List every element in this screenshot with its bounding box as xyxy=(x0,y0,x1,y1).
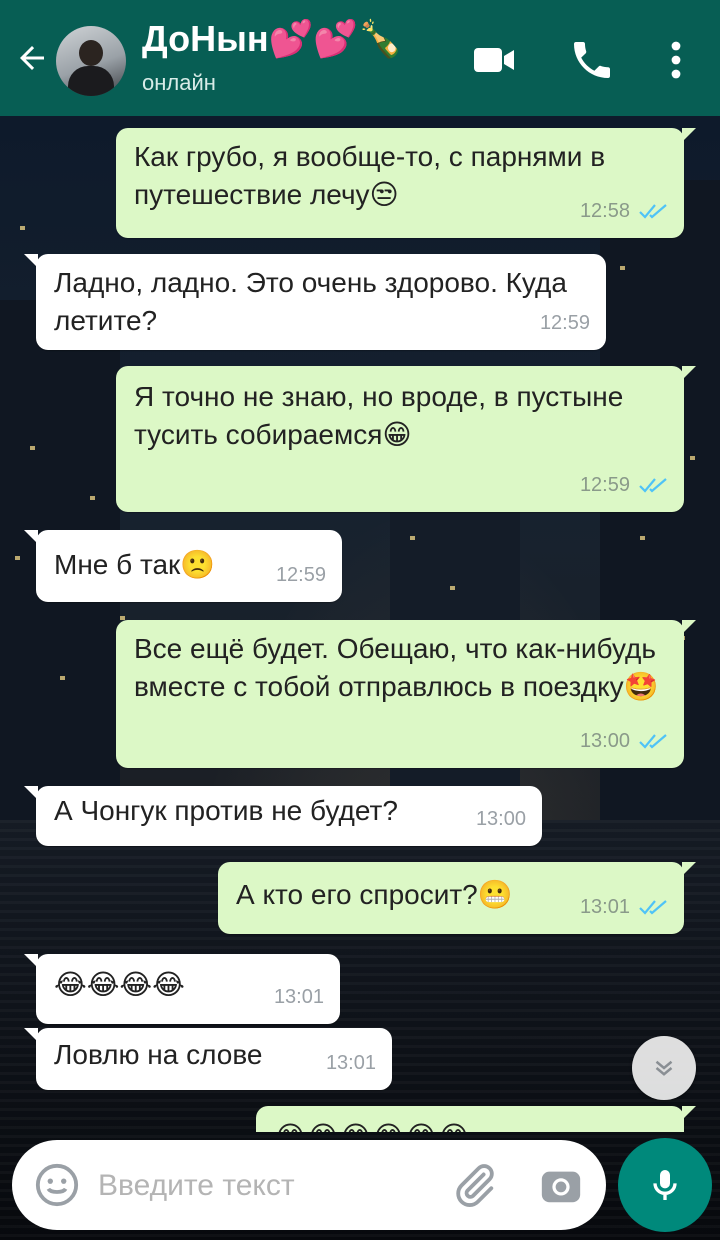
message-time: 13:01 xyxy=(579,896,630,918)
chevron-double-down-icon xyxy=(655,1060,673,1076)
message-time: 12:59 xyxy=(579,474,630,496)
avatar[interactable] xyxy=(56,26,126,96)
message-text: Как грубо, я вообще-то, с парнями в путе… xyxy=(134,141,606,210)
message-text: А кто его спросит?😬 xyxy=(236,879,513,910)
emoji-icon[interactable] xyxy=(34,1162,80,1208)
message-outgoing[interactable]: Я точно не знаю, но вроде, в пустыне тус… xyxy=(116,366,696,512)
message-time: 13:01 xyxy=(325,1052,376,1074)
message-incoming[interactable]: А Чонгук против не будет? 13:00 xyxy=(24,786,542,846)
phone-icon[interactable] xyxy=(568,36,616,84)
message-outgoing[interactable]: Все ещё будет. Обещаю, что как-нибудь вм… xyxy=(116,620,696,768)
mic-button[interactable] xyxy=(618,1138,712,1232)
message-time: 13:01 xyxy=(273,986,324,1008)
read-ticks-icon xyxy=(639,478,667,493)
mic-icon xyxy=(653,1170,677,1200)
message-composer xyxy=(12,1140,606,1230)
chat-header: ДоНын💕💕🍾 онлайн xyxy=(0,0,720,116)
message-time: 12:59 xyxy=(539,312,590,334)
message-text: Мне б так🙁 xyxy=(54,549,216,580)
message-input[interactable] xyxy=(96,1160,420,1212)
contact-name[interactable]: ДоНын💕💕🍾 xyxy=(142,18,403,60)
message-list[interactable]: Как грубо, я вообще-то, с парнями в путе… xyxy=(0,116,720,1132)
message-outgoing[interactable]: 😂😂😂😂😂😂 xyxy=(256,1106,696,1132)
contact-status: онлайн xyxy=(142,70,216,95)
message-text: А Чонгук против не будет? xyxy=(54,795,398,826)
message-incoming[interactable]: Ловлю на слове 13:01 xyxy=(24,1028,392,1090)
attach-icon[interactable] xyxy=(452,1162,498,1208)
message-time: 13:00 xyxy=(475,808,526,830)
message-text: 😂😂😂😂😂😂 xyxy=(274,1121,470,1132)
message-text: 😂😂😂😂 xyxy=(54,969,185,1000)
read-ticks-icon xyxy=(639,204,667,219)
camera-icon[interactable] xyxy=(538,1162,584,1208)
message-outgoing[interactable]: Как грубо, я вообще-то, с парнями в путе… xyxy=(116,128,696,238)
message-text: Я точно не знаю, но вроде, в пустыне тус… xyxy=(134,381,624,450)
more-vert-icon[interactable] xyxy=(652,36,700,84)
back-arrow-icon[interactable] xyxy=(14,40,50,76)
message-incoming[interactable]: Мне б так🙁 12:59 xyxy=(24,530,342,602)
message-incoming[interactable]: 😂😂😂😂 13:01 xyxy=(24,954,340,1024)
read-ticks-icon xyxy=(639,900,667,915)
video-call-icon[interactable] xyxy=(470,36,518,84)
message-text: Ловлю на слове xyxy=(54,1039,263,1070)
message-time: 12:59 xyxy=(275,564,326,586)
message-text: Все ещё будет. Обещаю, что как-нибудь вм… xyxy=(134,633,659,702)
message-incoming[interactable]: Ладно, ладно. Это очень здорово. Куда ле… xyxy=(24,254,606,350)
message-time: 13:00 xyxy=(579,730,630,752)
read-ticks-icon xyxy=(639,734,667,749)
message-text: Ладно, ладно. Это очень здорово. Куда ле… xyxy=(54,267,567,336)
message-time: 12:58 xyxy=(579,200,630,222)
message-outgoing[interactable]: А кто его спросит?😬 13:01 xyxy=(218,862,696,934)
scroll-to-bottom-button[interactable] xyxy=(632,1036,696,1100)
